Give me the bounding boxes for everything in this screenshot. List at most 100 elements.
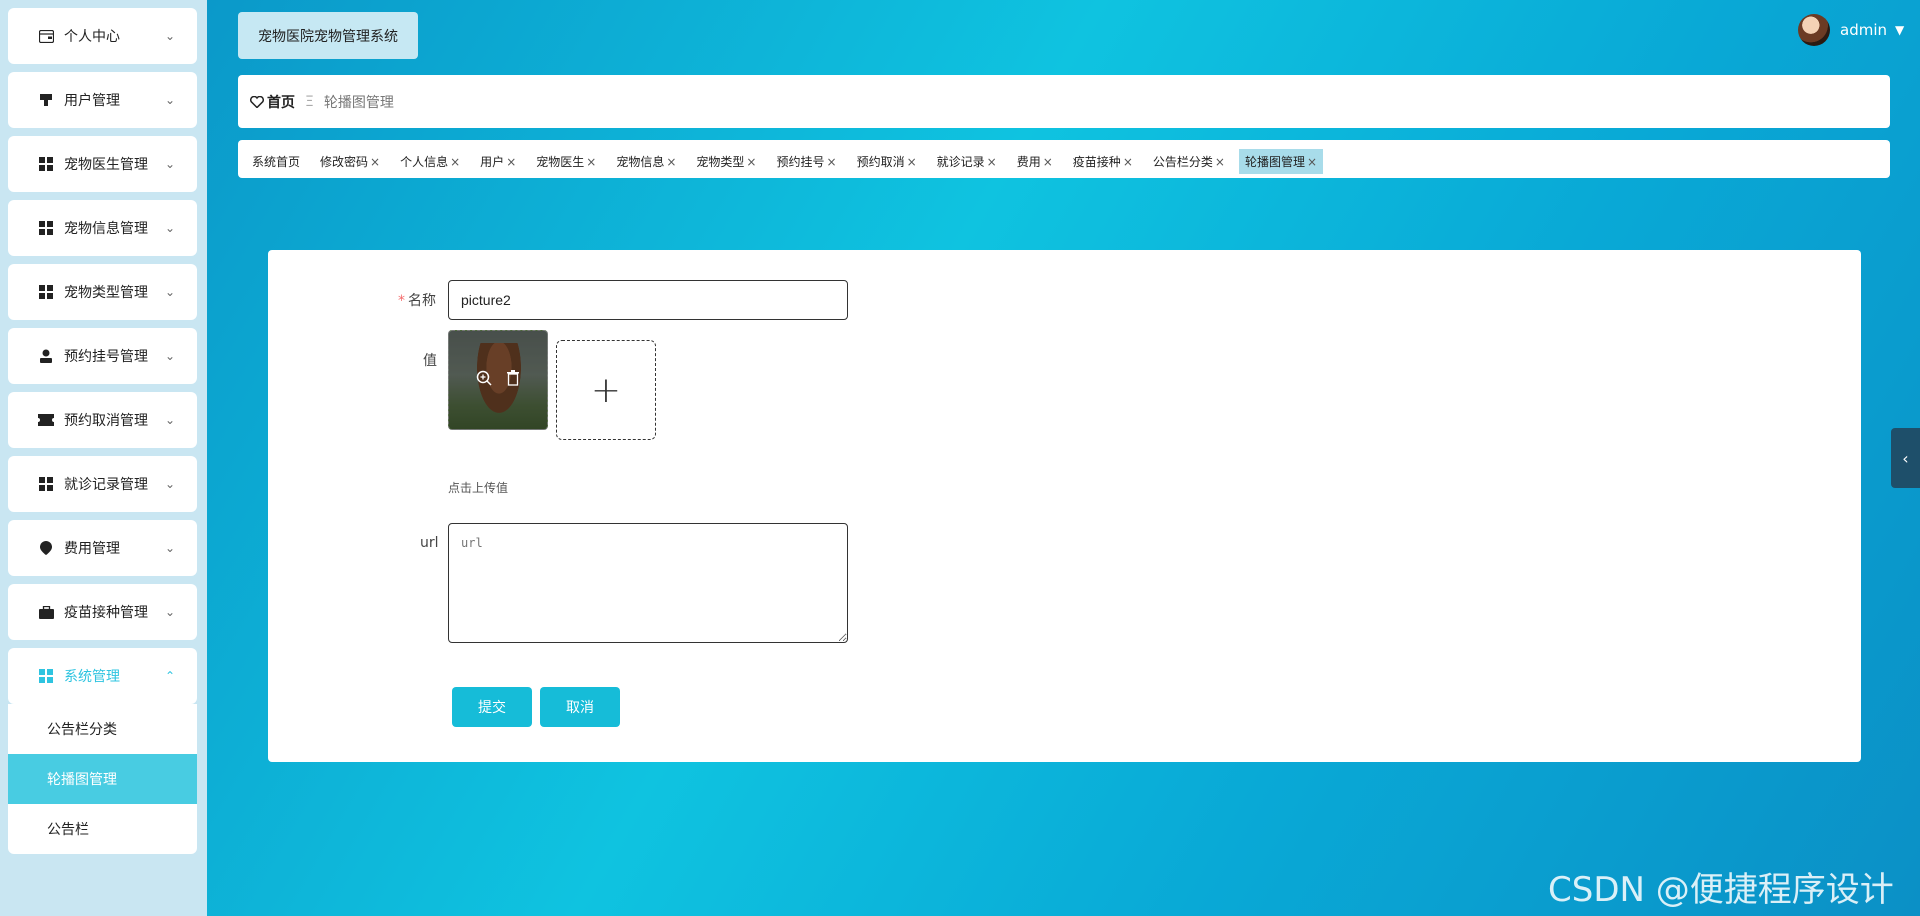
sidebar-item-system-management[interactable]: 系统管理 ⌃ [8,648,197,704]
sidebar-item-label: 用户管理 [64,93,120,109]
tab-pet-type[interactable]: 宠物类型 × [690,149,762,174]
tab-label: 系统首页 [252,155,301,169]
tab-pet-info[interactable]: 宠物信息 × [610,149,682,174]
sidebar-item-vaccination[interactable]: 疫苗接种管理 ⌄ [8,584,197,640]
close-icon[interactable]: × [666,155,676,169]
cancel-button[interactable]: 取消 [540,687,620,727]
url-textarea[interactable] [448,523,848,643]
tab-label: 修改密码 [320,155,369,169]
system-submenu: 公告栏分类 轮播图管理 公告栏 [8,704,197,854]
sidebar-item-label: 宠物类型管理 [64,285,148,301]
app-title: 宠物医院宠物管理系统 [238,12,418,59]
grid-icon [38,284,54,300]
tab-pet-doctor[interactable]: 宠物医生 × [530,149,602,174]
user-menu[interactable]: admin ▼ [1798,14,1904,46]
sidebar-item-user-management[interactable]: 用户管理 ⌄ [8,72,197,128]
wallet-icon [38,28,54,44]
tab-user[interactable]: 用户 × [474,149,522,174]
ticket-icon [38,412,54,428]
chevron-up-icon: ⌃ [164,669,175,683]
required-mark: * [398,293,405,309]
close-icon[interactable]: × [586,155,596,169]
close-icon[interactable]: × [987,155,997,169]
delete-icon[interactable] [506,370,520,390]
tab-personal-info[interactable]: 个人信息 × [394,149,466,174]
tab-label: 用户 [480,155,505,169]
tab-bar: 系统首页 修改密码 × 个人信息 × 用户 × 宠物医生 × 宠物信息 × 宠物类型 × 预… [238,140,1890,178]
close-icon[interactable]: × [450,155,460,169]
sidebar-item-appointment[interactable]: 预约挂号管理 ⌄ [8,328,197,384]
close-icon[interactable]: × [506,155,516,169]
upload-hint: 点击上传值 [448,481,509,495]
chevron-down-icon: ⌄ [164,413,175,427]
sidebar-item-label: 个人中心 [64,29,120,45]
close-icon[interactable]: × [1123,155,1133,169]
tab-label: 疫苗接种 [1072,155,1121,169]
submenu-item-notice-category[interactable]: 公告栏分类 [8,704,197,754]
chevron-left-icon: ‹ [1902,448,1909,468]
thumbnail-actions [449,331,547,429]
sidebar-item-personal-center[interactable]: 个人中心 ⌄ [8,8,197,64]
chevron-down-icon: ⌄ [164,477,175,491]
close-icon[interactable]: × [827,155,837,169]
zoom-in-icon[interactable] [476,370,492,390]
breadcrumb-separator: Ξ [305,93,314,110]
breadcrumb-current: 轮播图管理 [323,94,394,111]
sidebar-item-label: 费用管理 [64,541,120,557]
sidebar-item-label: 预约取消管理 [64,413,148,429]
close-icon[interactable]: × [746,155,756,169]
sidebar-item-label: 宠物医生管理 [64,157,148,173]
close-icon[interactable]: × [1215,155,1225,169]
tab-fees[interactable]: 费用 × [1011,149,1059,174]
submenu-item-carousel[interactable]: 轮播图管理 [8,754,197,804]
tab-system-home[interactable]: 系统首页 [246,149,306,174]
tab-label: 费用 [1016,155,1041,169]
avatar [1798,14,1830,46]
name-label: * 名称 [398,293,436,309]
submenu-item-notice-board[interactable]: 公告栏 [8,804,197,854]
panel-toggle-button[interactable]: ‹ [1891,428,1920,488]
watermark: CSDN @便捷程序设计 [1548,870,1894,910]
tab-cancel-appointment[interactable]: 预约取消 × [851,149,923,174]
grid-icon [38,668,54,684]
person-icon [38,348,54,364]
url-label: url [420,535,439,551]
tab-label: 轮播图管理 [1244,155,1305,169]
chevron-down-icon: ⌄ [164,349,175,363]
sidebar-item-pet-doctor[interactable]: 宠物医生管理 ⌄ [8,136,197,192]
breadcrumb-home-label: 首页 [267,94,295,111]
tab-vaccination[interactable]: 疫苗接种 × [1067,149,1139,174]
breadcrumb-home[interactable]: 首页 [250,92,295,112]
close-icon[interactable]: × [1307,155,1317,169]
chevron-down-icon: ⌄ [164,285,175,299]
sidebar-item-label: 就诊记录管理 [64,477,148,493]
upload-button[interactable]: + [556,340,656,440]
close-icon[interactable]: × [1043,155,1053,169]
sidebar-item-pet-info[interactable]: 宠物信息管理 ⌄ [8,200,197,256]
tab-appointment[interactable]: 预约挂号 × [770,149,842,174]
uploaded-image-thumbnail[interactable] [448,330,548,430]
sidebar-item-visit-records[interactable]: 就诊记录管理 ⌄ [8,456,197,512]
briefcase-icon [38,604,54,620]
close-icon[interactable]: × [370,155,380,169]
tab-visit-records[interactable]: 就诊记录 × [931,149,1003,174]
sidebar-item-fees[interactable]: 费用管理 ⌄ [8,520,197,576]
grid-icon [38,220,54,236]
chevron-down-icon: ⌄ [164,93,175,107]
submit-button[interactable]: 提交 [452,687,532,727]
heart-icon [250,95,264,108]
tab-notice-category[interactable]: 公告栏分类 × [1147,149,1231,174]
sidebar-item-label: 宠物信息管理 [64,221,148,237]
tab-carousel[interactable]: 轮播图管理 × [1238,149,1324,174]
sidebar-item-cancel-appointment[interactable]: 预约取消管理 ⌄ [8,392,197,448]
chevron-down-icon: ⌄ [164,157,175,171]
name-input[interactable]: picture2 [448,280,848,320]
tab-label: 公告栏分类 [1152,155,1213,169]
grid-icon [38,476,54,492]
breadcrumb: 首页 Ξ 轮播图管理 [238,75,1890,128]
close-icon[interactable]: × [907,155,917,169]
sidebar-item-pet-type[interactable]: 宠物类型管理 ⌄ [8,264,197,320]
tab-label: 宠物信息 [616,155,665,169]
caret-down-icon: ▼ [1895,23,1905,37]
tab-change-password[interactable]: 修改密码 × [314,149,386,174]
